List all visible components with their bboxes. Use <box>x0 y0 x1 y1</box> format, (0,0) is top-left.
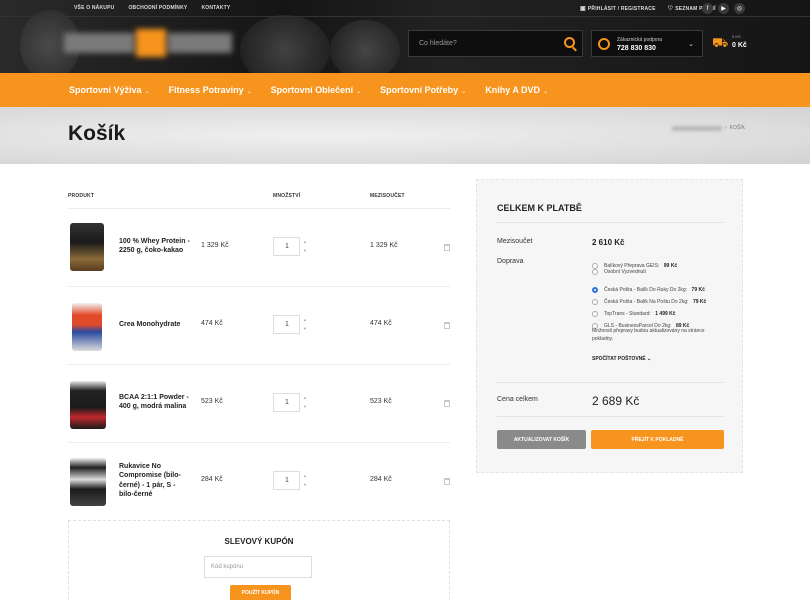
user-icon: ▣ <box>580 6 586 12</box>
cart-item-count: 0 KS <box>732 34 741 39</box>
chevron-down-icon: ⌄ <box>543 89 549 95</box>
coupon-code-input[interactable]: Kód kupónu <box>204 556 312 578</box>
chevron-down-icon: ⌄ <box>461 89 467 95</box>
cart-total: 0 Kč <box>732 42 747 49</box>
chevron-down-icon: ⌄ <box>356 89 362 95</box>
trash-icon[interactable] <box>444 400 450 407</box>
trash-icon[interactable] <box>444 322 450 329</box>
coupon-title: SLEVOVÝ KUPÓN <box>224 537 294 546</box>
site-header: VŠE O NÁKUPU OBCHODNÍ PODMÍNKY KONTAKTY … <box>0 0 810 73</box>
row-subtotal: 1 329 Kč <box>370 242 398 249</box>
cart-row: 100 % Whey Protein - 2250 g, čoko-kakao … <box>68 208 450 286</box>
trash-icon[interactable] <box>444 478 450 485</box>
chevron-down-icon: ⌄ <box>688 41 694 48</box>
basket-icon: ⛟ <box>712 35 729 50</box>
top-link-terms[interactable]: OBCHODNÍ PODMÍNKY <box>128 5 187 11</box>
proceed-to-checkout-button[interactable]: PŘEJÍT K POKLADNĚ <box>591 430 724 449</box>
quantity-stepper[interactable]: ▲ ▼ <box>303 237 307 255</box>
product-name[interactable]: 100 % Whey Protein - 2250 g, čoko-kakao <box>119 237 191 256</box>
facebook-icon[interactable]: f <box>702 3 713 14</box>
cart-row: Rukavice No Compromise (bilo-černé) - 1 … <box>68 442 450 520</box>
search-icon[interactable] <box>564 37 575 48</box>
product-image[interactable] <box>70 223 104 271</box>
chevron-down-icon: ⌄ <box>647 356 652 362</box>
product-price: 1 329 Kč <box>201 242 229 249</box>
top-link-contacts[interactable]: KONTAKTY <box>201 5 230 11</box>
total-label: Cena celkem <box>497 396 538 403</box>
coupon-box: SLEVOVÝ KUPÓN Kód kupónu POUŽÍT KUPÓN <box>68 520 450 600</box>
subtotal-label: Mezisoučet <box>497 238 533 245</box>
product-name[interactable]: BCAA 2:1:1 Powder - 400 g, modrá malina <box>119 393 191 412</box>
calculate-shipping-link[interactable]: SPOČÍTAT POŠTOVNÉ ⌄ <box>592 356 651 362</box>
heart-icon: ♡ <box>667 6 674 12</box>
product-image[interactable] <box>72 303 102 351</box>
page-title: Košík <box>68 122 126 145</box>
breadcrumb-current: KOŠÍK <box>729 125 745 131</box>
customer-support-dropdown[interactable]: Zákaznická podpora 728 830 830 ⌄ <box>591 30 703 57</box>
headset-icon <box>598 38 610 50</box>
product-price: 474 Kč <box>201 320 223 327</box>
row-subtotal: 284 Kč <box>370 476 392 483</box>
cart-row: Crea Monohydrate 474 Kč 1 ▲ ▼ 474 Kč <box>68 286 450 364</box>
column-header-product: PRODUKT <box>68 193 95 199</box>
search-input[interactable]: Co hledáte? <box>408 30 583 57</box>
youtube-icon[interactable]: ▶ <box>718 3 729 14</box>
column-header-quantity: MNOŽSTVÍ <box>273 193 301 199</box>
totals-title: CELKEM K PLATBĚ <box>497 203 582 213</box>
quantity-input[interactable]: 1 <box>273 393 300 412</box>
column-header-subtotal: MEZISOUČET <box>370 193 405 199</box>
quantity-stepper[interactable]: ▲ ▼ <box>303 315 307 333</box>
breadcrumb-home[interactable] <box>672 125 722 131</box>
main-nav: Sportovní Výživa ⌄ Fitness Potraviny ⌄ Spo… <box>0 73 810 107</box>
top-link-about-shopping[interactable]: VŠE O NÁKUPU <box>74 5 114 11</box>
quantity-input[interactable]: 1 <box>273 237 300 256</box>
nav-sports-clothing[interactable]: Sportovní Oblečení ⌄ <box>271 85 362 95</box>
product-price: 523 Kč <box>201 398 223 405</box>
site-logo[interactable] <box>64 27 234 59</box>
product-price: 284 Kč <box>201 476 223 483</box>
total-value: 2 689 Kč <box>592 394 640 408</box>
nav-fitness-food[interactable]: Fitness Potraviny ⌄ <box>169 85 252 95</box>
subtotal-value: 2 610 Kč <box>592 238 625 247</box>
row-subtotal: 523 Kč <box>370 398 392 405</box>
chevron-down-icon: ⌄ <box>144 89 150 95</box>
social-links: f ▶ ◎ <box>702 3 745 14</box>
shipping-note: Možnosti přepravy budou aktualizovány na… <box>592 328 705 342</box>
breadcrumb: › KOŠÍK <box>672 125 745 131</box>
trash-icon[interactable] <box>444 244 450 251</box>
account-links: ▣ PŘIHLÁSIT / REGISTRACE ♡ SEZNAM PŘÁNÍ <box>580 5 716 13</box>
quantity-stepper[interactable]: ▲ ▼ <box>303 393 307 411</box>
nav-books-dvd[interactable]: Knihy A DVD ⌄ <box>485 85 548 95</box>
cart-totals: CELKEM K PLATBĚ Mezisoučet 2 610 Kč Dopr… <box>476 179 743 473</box>
quantity-input[interactable]: 1 <box>273 471 300 490</box>
product-name[interactable]: Rukavice No Compromise (bilo-černé) - 1 … <box>119 462 191 500</box>
nav-sports-equipment[interactable]: Sportovní Potřeby ⌄ <box>380 85 466 95</box>
top-bar: VŠE O NÁKUPU OBCHODNÍ PODMÍNKY KONTAKTY … <box>0 0 810 17</box>
product-image[interactable] <box>70 458 106 506</box>
shipping-label: Doprava <box>497 258 524 265</box>
update-cart-button[interactable]: AKTUALIZOVAT KOŠÍK <box>497 430 586 449</box>
apply-coupon-button[interactable]: POUŽÍT KUPÓN <box>230 585 291 600</box>
row-subtotal: 474 Kč <box>370 320 392 327</box>
instagram-icon[interactable]: ◎ <box>734 3 745 14</box>
shipping-option-pickup[interactable]: Osobní Vyzvednutí <box>592 269 646 275</box>
chevron-down-icon: ⌄ <box>246 89 252 95</box>
product-name[interactable]: Crea Monohydrate <box>119 320 191 329</box>
cart-row: BCAA 2:1:1 Powder - 400 g, modrá malina … <box>68 364 450 442</box>
radio-button[interactable] <box>592 269 598 275</box>
login-link[interactable]: ▣ PŘIHLÁSIT / REGISTRACE <box>580 5 656 13</box>
top-links: VŠE O NÁKUPU OBCHODNÍ PODMÍNKY KONTAKTY <box>74 5 230 11</box>
page-hero: Košík › KOŠÍK <box>0 107 810 164</box>
quantity-input[interactable]: 1 <box>273 315 300 334</box>
product-image[interactable] <box>70 381 106 429</box>
nav-sports-nutrition[interactable]: Sportovní Výživa ⌄ <box>69 85 150 95</box>
quantity-stepper[interactable]: ▲ ▼ <box>303 471 307 489</box>
